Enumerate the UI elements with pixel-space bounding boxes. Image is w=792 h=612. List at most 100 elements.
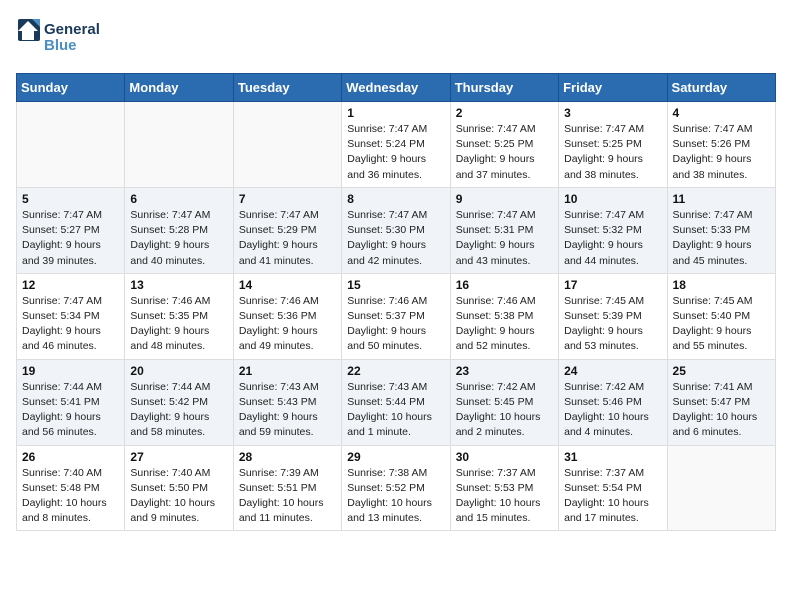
calendar-cell: 12Sunrise: 7:47 AM Sunset: 5:34 PM Dayli… [17, 273, 125, 359]
calendar-cell: 4Sunrise: 7:47 AM Sunset: 5:26 PM Daylig… [667, 102, 775, 188]
calendar-cell: 13 Sunrise: 7:46 AM Sunset: 5:35 PM Dayli… [125, 273, 233, 359]
calendar-cell: 2 Sunrise: 7:47 AM Sunset: 5:25 PM Daylig… [450, 102, 558, 188]
calendar-cell: 18 Sunrise: 7:45 AM Sunset: 5:40 PM Dayli… [667, 273, 775, 359]
day-number: 23 [456, 364, 553, 378]
day-number: 30 [456, 450, 553, 464]
weekday-header-sunday: Sunday [17, 74, 125, 102]
day-detail: Sunrise: 7:45 AM Sunset: 5:39 PM Dayligh… [564, 294, 661, 355]
day-detail: Sunrise: 7:42 AM Sunset: 5:45 PM Dayligh… [456, 380, 553, 441]
day-detail: Sunrise: 7:41 AM Sunset: 5:47 PM Dayligh… [673, 380, 770, 441]
calendar-cell: 19 Sunrise: 7:44 AM Sunset: 5:41 PM Dayli… [17, 359, 125, 445]
weekday-header-friday: Friday [559, 74, 667, 102]
day-number: 28 [239, 450, 336, 464]
page-header: General Blue [16, 16, 776, 61]
day-detail: Sunrise: 7:39 AM Sunset: 5:51 PM Dayligh… [239, 466, 336, 527]
day-detail: Sunrise: 7:47 AM Sunset: 5:33 PM Dayligh… [673, 208, 770, 269]
calendar-cell: 8Sunrise: 7:47 AM Sunset: 5:30 PM Daylig… [342, 187, 450, 273]
day-number: 16 [456, 278, 553, 292]
calendar-cell: 23 Sunrise: 7:42 AM Sunset: 5:45 PM Dayli… [450, 359, 558, 445]
day-detail: Sunrise: 7:44 AM Sunset: 5:41 PM Dayligh… [22, 380, 119, 441]
day-number: 2 [456, 106, 553, 120]
calendar-cell [17, 102, 125, 188]
day-detail: Sunrise: 7:43 AM Sunset: 5:44 PM Dayligh… [347, 380, 444, 441]
day-detail: Sunrise: 7:46 AM Sunset: 5:38 PM Dayligh… [456, 294, 553, 355]
day-detail: Sunrise: 7:47 AM Sunset: 5:34 PM Dayligh… [22, 294, 119, 355]
day-number: 26 [22, 450, 119, 464]
day-detail: Sunrise: 7:47 AM Sunset: 5:31 PM Dayligh… [456, 208, 553, 269]
calendar-cell: 27 Sunrise: 7:40 AM Sunset: 5:50 PM Dayli… [125, 445, 233, 531]
weekday-header-thursday: Thursday [450, 74, 558, 102]
calendar-cell: 17 Sunrise: 7:45 AM Sunset: 5:39 PM Dayli… [559, 273, 667, 359]
calendar-cell: 29 Sunrise: 7:38 AM Sunset: 5:52 PM Dayli… [342, 445, 450, 531]
calendar-cell: 1 Sunrise: 7:47 AM Sunset: 5:24 PM Daylig… [342, 102, 450, 188]
calendar-cell: 16 Sunrise: 7:46 AM Sunset: 5:38 PM Dayli… [450, 273, 558, 359]
calendar-week-row: 5 Sunrise: 7:47 AM Sunset: 5:27 PM Daylig… [17, 187, 776, 273]
day-detail: Sunrise: 7:47 AM Sunset: 5:28 PM Dayligh… [130, 208, 227, 269]
day-number: 13 [130, 278, 227, 292]
day-number: 24 [564, 364, 661, 378]
day-detail: Sunrise: 7:40 AM Sunset: 5:48 PM Dayligh… [22, 466, 119, 527]
calendar-cell: 15 Sunrise: 7:46 AM Sunset: 5:37 PM Dayli… [342, 273, 450, 359]
day-number: 21 [239, 364, 336, 378]
day-number: 3 [564, 106, 661, 120]
weekday-header-monday: Monday [125, 74, 233, 102]
day-number: 5 [22, 192, 119, 206]
day-detail: Sunrise: 7:40 AM Sunset: 5:50 PM Dayligh… [130, 466, 227, 527]
calendar-cell: 7Sunrise: 7:47 AM Sunset: 5:29 PM Daylig… [233, 187, 341, 273]
calendar-cell: 14Sunrise: 7:46 AM Sunset: 5:36 PM Dayli… [233, 273, 341, 359]
logo-svg: General Blue [16, 16, 106, 61]
day-detail: Sunrise: 7:47 AM Sunset: 5:24 PM Dayligh… [347, 122, 444, 183]
day-detail: Sunrise: 7:45 AM Sunset: 5:40 PM Dayligh… [673, 294, 770, 355]
day-detail: Sunrise: 7:47 AM Sunset: 5:26 PM Dayligh… [673, 122, 770, 183]
day-number: 15 [347, 278, 444, 292]
day-detail: Sunrise: 7:47 AM Sunset: 5:25 PM Dayligh… [564, 122, 661, 183]
calendar-cell [233, 102, 341, 188]
day-number: 22 [347, 364, 444, 378]
day-number: 10 [564, 192, 661, 206]
calendar-cell: 5 Sunrise: 7:47 AM Sunset: 5:27 PM Daylig… [17, 187, 125, 273]
svg-text:General: General [44, 21, 100, 38]
day-number: 1 [347, 106, 444, 120]
day-number: 17 [564, 278, 661, 292]
day-number: 9 [456, 192, 553, 206]
weekday-header-row: SundayMondayTuesdayWednesdayThursdayFrid… [17, 74, 776, 102]
day-detail: Sunrise: 7:47 AM Sunset: 5:32 PM Dayligh… [564, 208, 661, 269]
day-detail: Sunrise: 7:38 AM Sunset: 5:52 PM Dayligh… [347, 466, 444, 527]
calendar-cell: 3 Sunrise: 7:47 AM Sunset: 5:25 PM Daylig… [559, 102, 667, 188]
day-detail: Sunrise: 7:42 AM Sunset: 5:46 PM Dayligh… [564, 380, 661, 441]
day-number: 29 [347, 450, 444, 464]
day-detail: Sunrise: 7:47 AM Sunset: 5:25 PM Dayligh… [456, 122, 553, 183]
calendar-cell: 31 Sunrise: 7:37 AM Sunset: 5:54 PM Dayli… [559, 445, 667, 531]
day-number: 7 [239, 192, 336, 206]
day-detail: Sunrise: 7:47 AM Sunset: 5:30 PM Dayligh… [347, 208, 444, 269]
day-number: 19 [22, 364, 119, 378]
day-detail: Sunrise: 7:47 AM Sunset: 5:27 PM Dayligh… [22, 208, 119, 269]
day-detail: Sunrise: 7:43 AM Sunset: 5:43 PM Dayligh… [239, 380, 336, 441]
calendar-table: SundayMondayTuesdayWednesdayThursdayFrid… [16, 73, 776, 531]
day-number: 27 [130, 450, 227, 464]
day-number: 25 [673, 364, 770, 378]
weekday-header-wednesday: Wednesday [342, 74, 450, 102]
calendar-cell: 10 Sunrise: 7:47 AM Sunset: 5:32 PM Dayli… [559, 187, 667, 273]
day-number: 18 [673, 278, 770, 292]
calendar-cell: 11 Sunrise: 7:47 AM Sunset: 5:33 PM Dayli… [667, 187, 775, 273]
calendar-cell: 24 Sunrise: 7:42 AM Sunset: 5:46 PM Dayli… [559, 359, 667, 445]
day-number: 20 [130, 364, 227, 378]
calendar-cell: 25 Sunrise: 7:41 AM Sunset: 5:47 PM Dayli… [667, 359, 775, 445]
day-number: 31 [564, 450, 661, 464]
svg-text:Blue: Blue [44, 37, 77, 54]
logo: General Blue [16, 16, 106, 61]
calendar-cell: 22 Sunrise: 7:43 AM Sunset: 5:44 PM Dayli… [342, 359, 450, 445]
calendar-week-row: 12Sunrise: 7:47 AM Sunset: 5:34 PM Dayli… [17, 273, 776, 359]
calendar-cell: 30 Sunrise: 7:37 AM Sunset: 5:53 PM Dayli… [450, 445, 558, 531]
calendar-week-row: 19 Sunrise: 7:44 AM Sunset: 5:41 PM Dayli… [17, 359, 776, 445]
calendar-cell [125, 102, 233, 188]
calendar-cell: 20Sunrise: 7:44 AM Sunset: 5:42 PM Dayli… [125, 359, 233, 445]
day-detail: Sunrise: 7:37 AM Sunset: 5:54 PM Dayligh… [564, 466, 661, 527]
day-detail: Sunrise: 7:46 AM Sunset: 5:37 PM Dayligh… [347, 294, 444, 355]
calendar-cell: 26 Sunrise: 7:40 AM Sunset: 5:48 PM Dayli… [17, 445, 125, 531]
day-detail: Sunrise: 7:37 AM Sunset: 5:53 PM Dayligh… [456, 466, 553, 527]
calendar-cell: 9 Sunrise: 7:47 AM Sunset: 5:31 PM Daylig… [450, 187, 558, 273]
day-detail: Sunrise: 7:46 AM Sunset: 5:35 PM Dayligh… [130, 294, 227, 355]
day-number: 11 [673, 192, 770, 206]
